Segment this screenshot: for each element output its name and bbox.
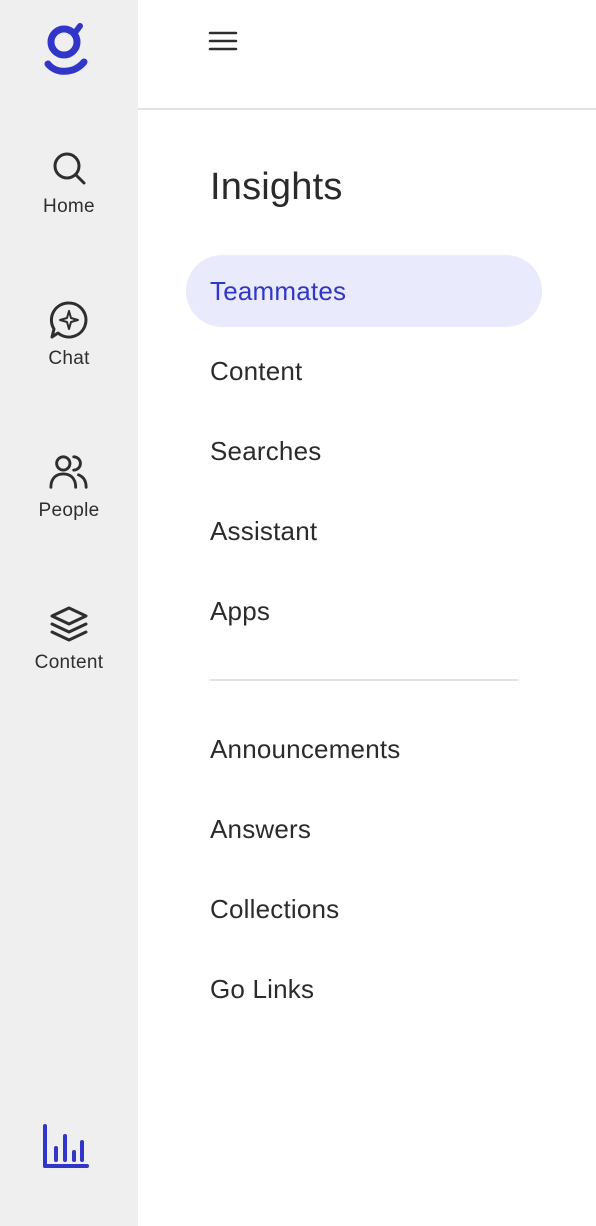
chat-sparkle-icon	[49, 300, 89, 340]
rail-item-home[interactable]: Home	[0, 148, 138, 248]
search-icon	[49, 148, 89, 188]
people-icon	[49, 452, 89, 492]
nav-item-apps[interactable]: Apps	[186, 575, 542, 647]
rail-item-label: Content	[34, 652, 104, 673]
top-bar	[138, 0, 596, 110]
rail-item-people[interactable]: People	[0, 452, 138, 552]
nav-item-go-links[interactable]: Go Links	[186, 953, 542, 1025]
rail-item-label: Home	[43, 196, 95, 217]
app-window: Home Chat People Content Insights Teamma…	[0, 0, 596, 1226]
bar-chart-icon[interactable]	[40, 1122, 90, 1172]
rail-item-content[interactable]: Content	[0, 604, 138, 704]
nav-item-searches[interactable]: Searches	[186, 415, 542, 487]
nav-item-assistant[interactable]: Assistant	[186, 495, 542, 567]
left-rail: Home Chat People Content	[0, 0, 138, 1226]
layers-icon	[49, 604, 89, 644]
rail-item-chat[interactable]: Chat	[0, 300, 138, 400]
rail-item-label: People	[38, 500, 100, 521]
rail-item-label: Chat	[48, 348, 90, 369]
insights-panel: Insights Teammates Content Searches Assi…	[138, 0, 596, 1226]
hamburger-menu-icon[interactable]	[208, 26, 244, 58]
nav-item-collections[interactable]: Collections	[186, 873, 542, 945]
nav-item-announcements[interactable]: Announcements	[186, 713, 542, 785]
page-title: Insights	[210, 166, 343, 208]
nav-item-answers[interactable]: Answers	[186, 793, 542, 865]
glean-logo-icon[interactable]	[40, 22, 90, 76]
nav-item-content[interactable]: Content	[186, 335, 542, 407]
nav-item-teammates[interactable]: Teammates	[186, 255, 542, 327]
nav-divider	[210, 679, 518, 681]
